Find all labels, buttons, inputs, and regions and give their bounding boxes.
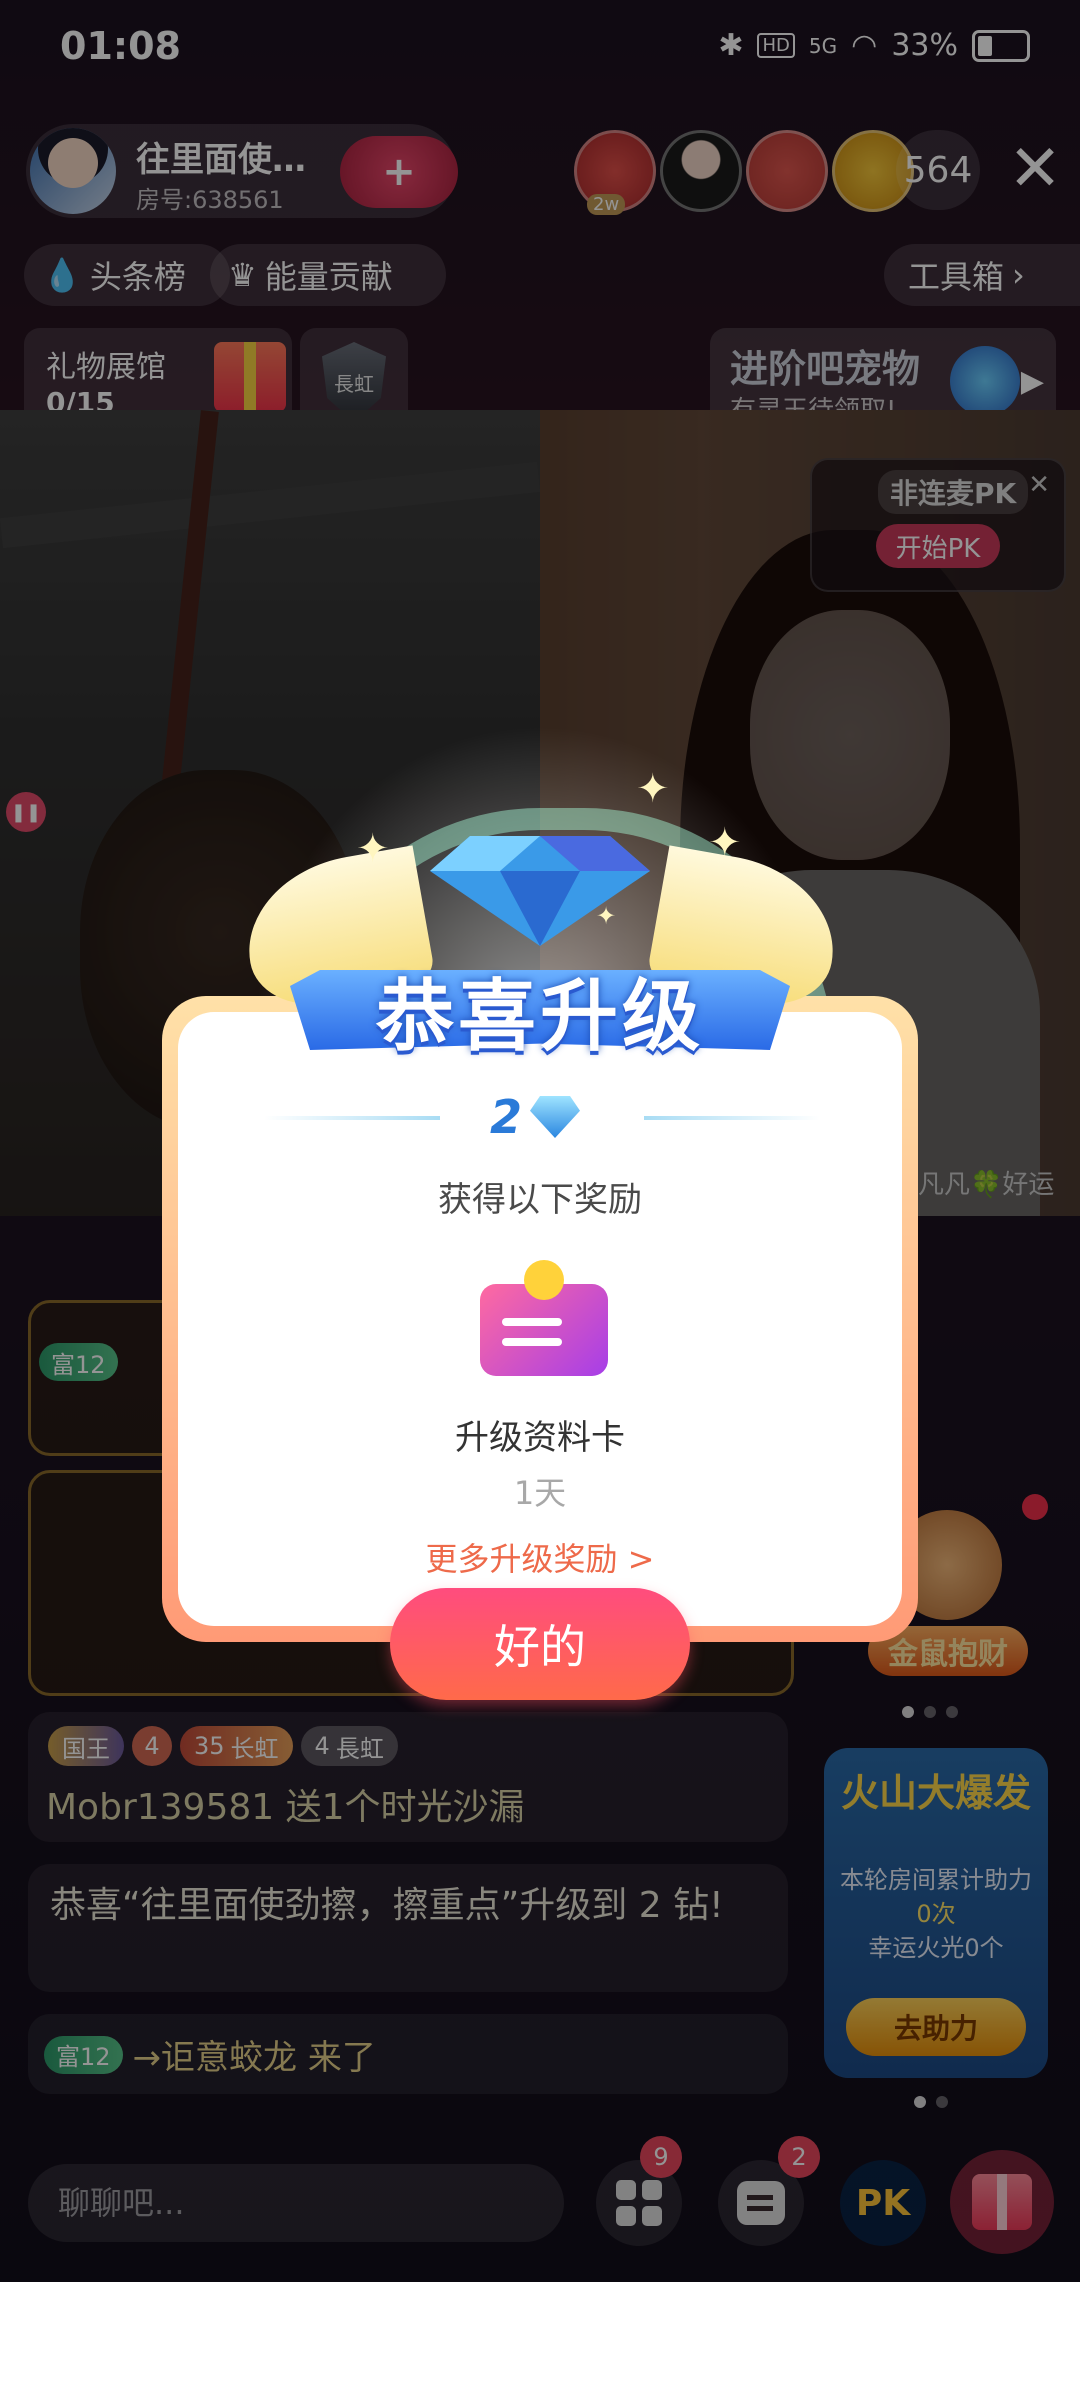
reward-name: 升级资料卡 <box>455 1418 625 1458</box>
sparkle-icon: ✦ <box>356 826 390 872</box>
divider-line <box>264 1116 440 1120</box>
level-number: 2 <box>490 1090 523 1144</box>
sparkle-icon: ✦ <box>708 820 742 866</box>
divider-line <box>644 1116 820 1120</box>
more-rewards-link[interactable]: 更多升级奖励 > <box>162 1534 918 1580</box>
ok-button[interactable]: 好的 <box>390 1588 690 1700</box>
sparkle-icon: ✦ <box>636 766 670 812</box>
diamond-icon <box>430 836 650 946</box>
profile-card-icon <box>480 1260 608 1376</box>
levelup-title: 恭喜升级 <box>375 972 704 1062</box>
levelup-banner: 恭喜升级 <box>290 940 790 1062</box>
live-room: 01:08 ✱ HD 5G ◠ 33% 往里面使… 房号:638561 + 2w… <box>0 0 1080 2282</box>
reward-duration: 1天 <box>513 1474 567 1512</box>
reward-subtitle: 获得以下奖励 <box>438 1180 642 1220</box>
sparkle-icon: ✦ <box>596 902 617 930</box>
